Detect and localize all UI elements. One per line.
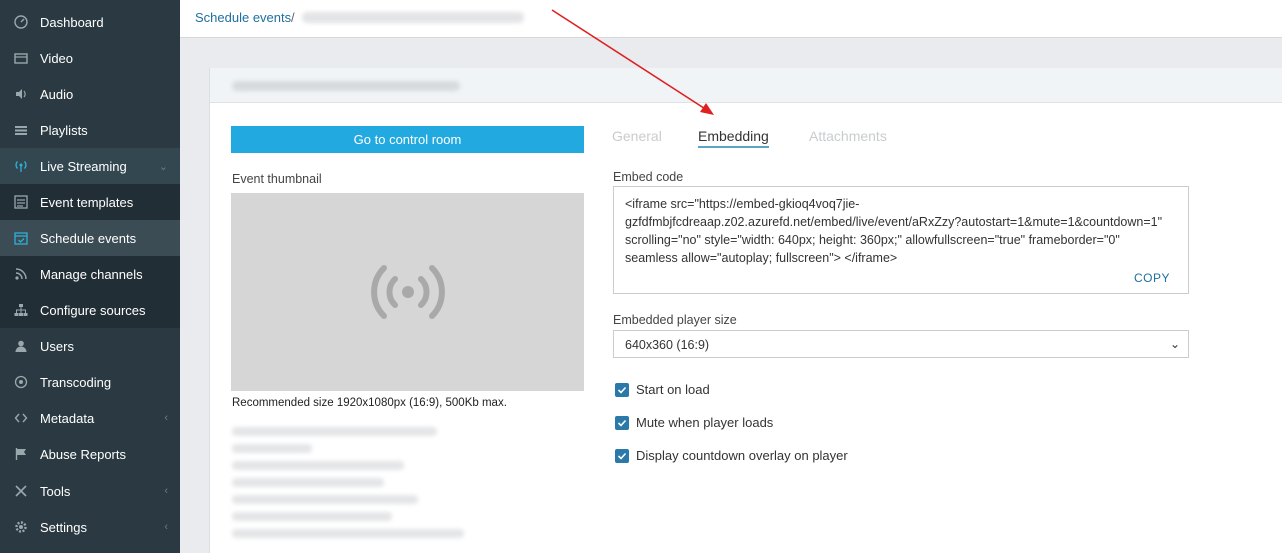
sidebar-item-label: Dashboard <box>40 14 104 30</box>
sidebar-item-label: Schedule events <box>40 230 137 246</box>
sidebar-item-audio[interactable]: Audio <box>0 76 180 112</box>
sidebar-item-label: Users <box>40 338 74 354</box>
code-icon <box>14 411 28 425</box>
chevron-down-icon: ⌄ <box>1169 337 1180 351</box>
sidebar-item-video[interactable]: Video <box>0 40 180 76</box>
breadcrumb-link-schedule-events[interactable]: Schedule events <box>195 10 291 25</box>
mute-label: Mute when player loads <box>636 415 774 430</box>
tab-general[interactable]: General <box>612 128 662 144</box>
chevron-down-icon: ⌄ <box>158 161 168 173</box>
mute-option: Mute when player loads <box>615 415 773 430</box>
start-on-load-label: Start on load <box>636 382 710 397</box>
start-on-load-option: Start on load <box>615 382 710 397</box>
user-icon <box>14 339 28 353</box>
countdown-checkbox[interactable] <box>615 448 629 463</box>
go-to-control-room-button[interactable]: Go to control room <box>231 126 584 153</box>
metadata-line-redacted <box>232 495 418 504</box>
sidebar-item-label: Transcoding <box>40 374 112 390</box>
player-size-value: 640x360 (16:9) <box>625 338 710 352</box>
embed-code-field[interactable]: <iframe src="https://embed-gkioq4voq7jie… <box>613 186 1189 294</box>
sidebar-item-users[interactable]: Users <box>0 328 180 364</box>
metadata-line-redacted <box>232 478 384 487</box>
sidebar-item-label: Manage channels <box>40 266 143 282</box>
embed-code-text: <iframe src="https://embed-gkioq4voq7jie… <box>625 197 1163 265</box>
sidebar-item-manage-channels[interactable]: Manage channels <box>0 256 180 292</box>
breadcrumb-current-redacted <box>302 12 524 23</box>
video-icon <box>14 51 28 65</box>
breadcrumb: Schedule events / <box>180 0 1282 38</box>
chevron-left-icon: ‹ <box>164 485 168 497</box>
sidebar-item-tools[interactable]: Tools ‹ <box>0 473 180 509</box>
tools-icon <box>14 484 28 498</box>
metadata-line-redacted <box>232 529 464 538</box>
dashboard-icon <box>14 15 28 29</box>
tab-embedding[interactable]: Embedding <box>698 128 769 148</box>
sidebar: Dashboard Video Audio Playlists Live Str… <box>0 0 180 553</box>
sidebar-item-dashboard[interactable]: Dashboard <box>0 4 180 40</box>
sidebar-item-label: Abuse Reports <box>40 446 126 462</box>
metadata-line-redacted <box>232 512 392 521</box>
sidebar-item-label: Event templates <box>40 194 134 210</box>
sitemap-icon <box>14 303 28 317</box>
broadcast-icon <box>14 159 28 173</box>
flag-icon <box>14 447 28 461</box>
sidebar-item-label: Metadata <box>40 410 95 426</box>
player-size-label: Embedded player size <box>613 313 737 327</box>
sidebar-item-label: Tools <box>40 483 71 499</box>
panel-title-redacted <box>232 81 460 91</box>
calendar-icon <box>14 231 28 245</box>
event-thumbnail[interactable] <box>231 193 584 391</box>
chevron-left-icon: ‹ <box>164 521 168 533</box>
event-thumbnail-label: Event thumbnail <box>232 172 322 186</box>
sidebar-item-settings[interactable]: Settings ‹ <box>0 509 180 545</box>
sidebar-item-metadata[interactable]: Metadata ‹ <box>0 400 180 436</box>
transcode-icon <box>14 375 28 389</box>
playlist-icon <box>14 123 28 137</box>
gear-icon <box>14 520 28 534</box>
metadata-line-redacted <box>232 461 404 470</box>
mute-checkbox[interactable] <box>615 415 629 430</box>
sidebar-item-live-streaming[interactable]: Live Streaming ⌄ <box>0 148 180 184</box>
sidebar-item-label: Configure sources <box>40 302 146 318</box>
sidebar-item-transcoding[interactable]: Transcoding <box>0 364 180 400</box>
countdown-option: Display countdown overlay on player <box>615 448 848 463</box>
sidebar-item-label: Settings <box>40 519 87 535</box>
recommended-size-note: Recommended size 1920x1080px (16:9), 500… <box>232 397 507 409</box>
start-on-load-checkbox[interactable] <box>615 382 629 397</box>
sidebar-item-configure-sources[interactable]: Configure sources <box>0 292 180 328</box>
copy-button[interactable]: COPY <box>1134 271 1170 285</box>
chevron-left-icon: ‹ <box>164 412 168 424</box>
rss-icon <box>14 267 28 281</box>
sidebar-item-playlists[interactable]: Playlists <box>0 112 180 148</box>
breadcrumb-separator: / <box>291 10 295 25</box>
panel-header <box>210 68 1282 103</box>
template-icon <box>14 195 28 209</box>
metadata-line-redacted <box>232 444 312 453</box>
tab-attachments[interactable]: Attachments <box>809 128 887 144</box>
broadcast-icon <box>370 265 445 319</box>
player-size-select[interactable]: 640x360 (16:9) ⌄ <box>613 330 1189 358</box>
sidebar-item-label: Video <box>40 50 74 66</box>
sidebar-item-label: Live Streaming <box>40 158 127 174</box>
sidebar-item-abuse-reports[interactable]: Abuse Reports <box>0 436 180 472</box>
audio-icon <box>14 87 28 101</box>
sidebar-item-event-templates[interactable]: Event templates <box>0 184 180 220</box>
countdown-label: Display countdown overlay on player <box>636 448 848 463</box>
sidebar-item-label: Playlists <box>40 122 88 138</box>
sidebar-item-label: Audio <box>40 86 74 102</box>
metadata-line-redacted <box>232 427 437 436</box>
embed-code-label: Embed code <box>613 170 684 184</box>
sidebar-item-schedule-events[interactable]: Schedule events <box>0 220 180 256</box>
